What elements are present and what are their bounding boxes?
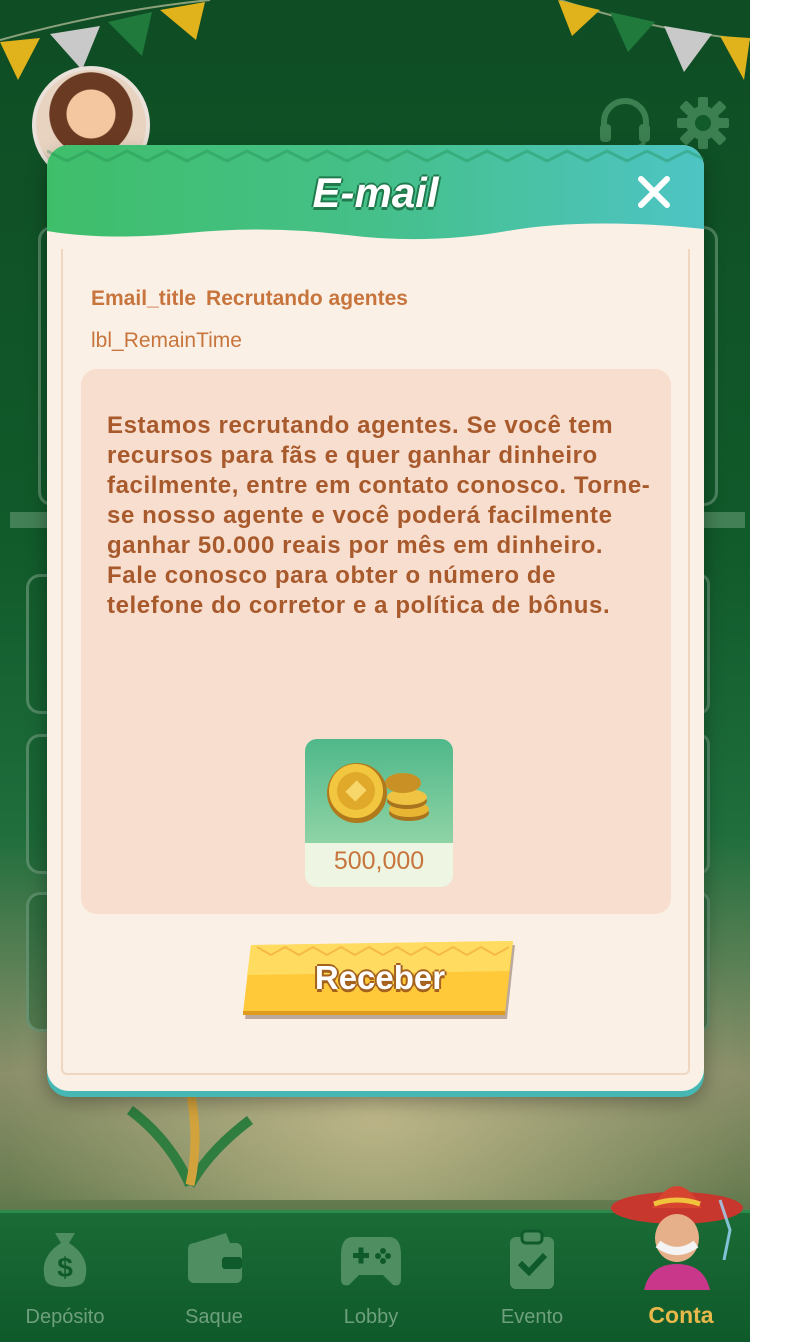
nav-item-saque[interactable]: Saque	[139, 1213, 289, 1342]
money-bag-icon: $	[43, 1233, 87, 1287]
message-body: Estamos recrutando agentes. Se você tem …	[107, 412, 651, 619]
message-box: Estamos recrutando agentes. Se você tem …	[81, 369, 671, 914]
header-zigzag-pattern	[47, 149, 704, 163]
reward-item: 500,000	[305, 739, 453, 887]
dialog-header: E-mail	[47, 145, 704, 249]
nav-item-deposito[interactable]: $ Depósito	[0, 1213, 140, 1342]
settings-gear-icon[interactable]	[676, 96, 730, 150]
close-icon[interactable]	[635, 173, 673, 211]
plant-decoration	[126, 1090, 254, 1188]
nav-label: Saque	[185, 1306, 243, 1328]
nav-label: Conta	[648, 1302, 714, 1328]
support-headset-icon[interactable]	[598, 98, 652, 150]
dialog-title: E-mail	[312, 169, 439, 216]
nav-label: Depósito	[25, 1306, 105, 1328]
mascot-avatar[interactable]	[602, 1160, 752, 1290]
clipboard-check-icon	[510, 1229, 554, 1289]
gamepad-icon	[341, 1237, 401, 1286]
reward-amount: 500,000	[333, 847, 425, 875]
receive-button-label: Receber	[314, 959, 446, 996]
nav-label: Lobby	[343, 1306, 399, 1328]
email-subject: Email_title Recrutando agentes	[91, 287, 408, 311]
subject-text: Recrutando agentes	[206, 287, 408, 310]
remain-time-label: lbl_RemainTime	[91, 329, 242, 352]
subject-prefix: Email_title	[91, 287, 197, 310]
header-wave-edge	[47, 223, 704, 249]
email-dialog: E-mail Email_title Recrutando agentes lbl…	[47, 145, 704, 1091]
nav-label: Evento	[500, 1306, 564, 1328]
nav-item-evento[interactable]: Evento	[457, 1213, 607, 1342]
svg-text:$: $	[57, 1252, 73, 1283]
wallet-icon	[188, 1233, 242, 1283]
nav-item-lobby[interactable]: Lobby	[296, 1213, 446, 1342]
receive-button[interactable]: Receber	[243, 941, 517, 1019]
gold-coins-icon	[327, 763, 429, 823]
